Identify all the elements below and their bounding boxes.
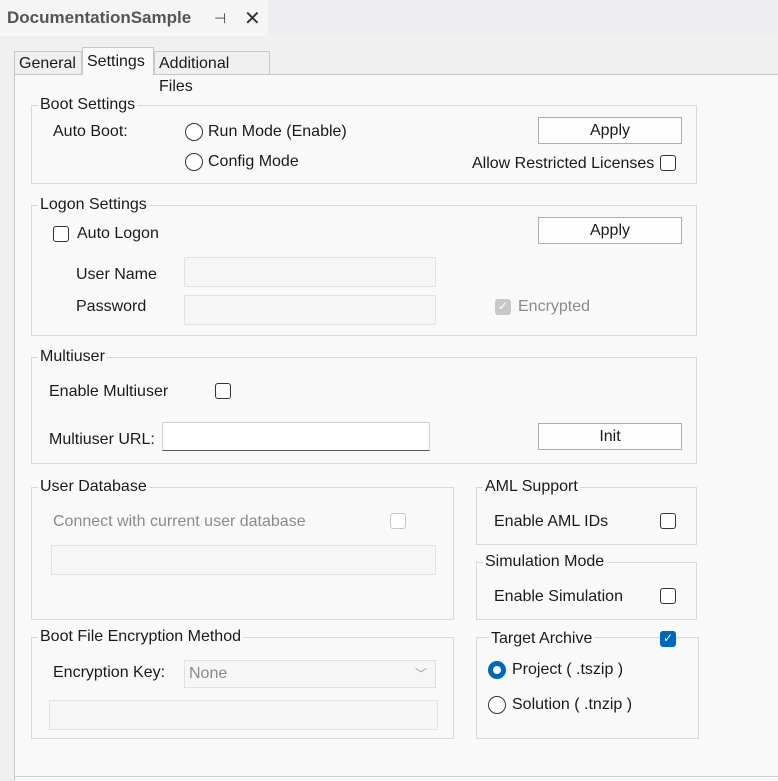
enable-aml-ids-checkbox[interactable] <box>660 513 676 529</box>
encrypted-checkbox[interactable]: ✓ <box>495 299 511 315</box>
init-button[interactable]: Init <box>538 423 682 450</box>
password-label: Password <box>76 298 147 315</box>
auto-logon-checkbox[interactable] <box>53 226 69 242</box>
config-mode-radio[interactable] <box>185 153 203 171</box>
target-archive-checkbox[interactable]: ✓ <box>660 631 676 647</box>
solution-radio[interactable] <box>488 696 506 714</box>
chevron-down-icon: ﹀ <box>414 667 427 681</box>
tab-settings[interactable]: Settings <box>82 47 154 75</box>
aml-support-title: AML Support <box>483 478 580 496</box>
enable-simulation-checkbox[interactable] <box>660 588 676 604</box>
target-archive-title: Target Archive <box>489 630 595 648</box>
document-tab[interactable]: DocumentationSample ⊣ ✕ <box>0 0 268 36</box>
page-bottom-border <box>14 776 778 777</box>
encryption-key-label: Encryption Key: <box>53 664 166 681</box>
encryption-key-value: None <box>189 665 228 682</box>
user-database-field[interactable] <box>51 545 436 575</box>
enable-multiuser-checkbox[interactable] <box>215 383 231 399</box>
tab-settings-label: Settings <box>87 53 145 70</box>
encrypted-label: Encrypted <box>518 298 591 315</box>
boot-file-encryption-title: Boot File Encryption Method <box>38 628 243 646</box>
multiuser-url-label: Multiuser URL: <box>49 431 155 448</box>
project-label: Project ( .tszip ) <box>512 661 624 678</box>
allow-restricted-licenses-label: Allow Restricted Licenses <box>472 155 655 172</box>
tab-general[interactable]: General <box>14 51 82 74</box>
connect-user-database-label: Connect with current user database <box>53 513 306 530</box>
user-database-title: User Database <box>38 478 149 496</box>
logon-apply-button[interactable]: Apply <box>538 217 682 244</box>
enable-simulation-label: Enable Simulation <box>494 588 623 605</box>
multiuser-title: Multiuser <box>38 348 107 366</box>
target-archive-group <box>476 637 699 739</box>
password-field[interactable] <box>184 295 436 325</box>
tab-additional-files[interactable]: Additional Files <box>154 51 270 95</box>
config-mode-label: Config Mode <box>208 153 299 170</box>
connect-user-database-checkbox[interactable] <box>390 513 406 529</box>
boot-settings-title: Boot Settings <box>38 96 138 114</box>
tab-general-label: General <box>19 55 76 72</box>
user-name-label: User Name <box>76 266 157 283</box>
encryption-key-dropdown[interactable]: None ﹀ <box>184 660 436 688</box>
logon-settings-title: Logon Settings <box>38 196 149 214</box>
close-icon[interactable]: ✕ <box>244 6 261 31</box>
run-mode-label: Run Mode (Enable) <box>208 123 347 140</box>
multiuser-url-input[interactable] <box>162 422 430 451</box>
auto-logon-label: Auto Logon <box>77 225 159 242</box>
auto-boot-label: Auto Boot: <box>53 123 128 140</box>
simulation-mode-title: Simulation Mode <box>483 553 607 571</box>
pin-icon[interactable]: ⊣ <box>214 10 226 27</box>
encryption-extra-field[interactable] <box>49 700 438 730</box>
enable-aml-ids-label: Enable AML IDs <box>494 513 609 530</box>
allow-restricted-licenses-checkbox[interactable] <box>660 155 676 171</box>
enable-multiuser-label: Enable Multiuser <box>49 383 169 400</box>
run-mode-radio[interactable] <box>185 123 203 141</box>
project-radio[interactable] <box>488 661 506 679</box>
boot-apply-button[interactable]: Apply <box>538 117 682 144</box>
document-tab-title: DocumentationSample <box>7 8 192 27</box>
user-name-field[interactable] <box>184 257 436 287</box>
solution-label: Solution ( .tnzip ) <box>512 696 633 713</box>
